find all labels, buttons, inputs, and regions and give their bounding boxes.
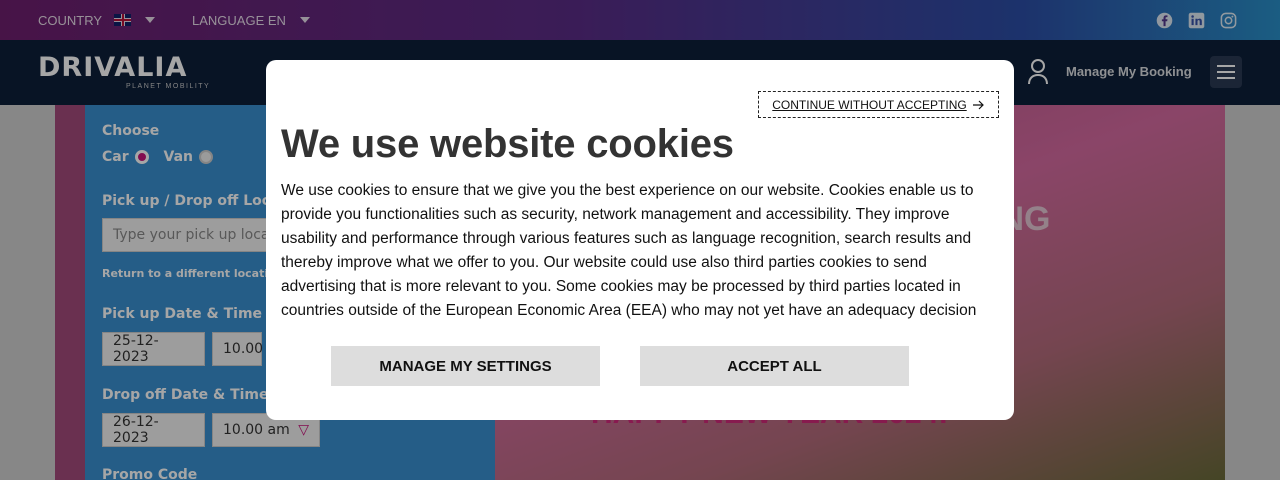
modal-body-text: We use cookies to ensure that we give yo… (281, 182, 977, 319)
arrow-right-icon (972, 100, 984, 109)
cookie-consent-modal: CONTINUE WITHOUT ACCEPTING We use websit… (266, 60, 1014, 420)
manage-settings-button[interactable]: MANAGE MY SETTINGS (331, 346, 600, 386)
accept-all-button[interactable]: ACCEPT ALL (640, 346, 909, 386)
continue-without-accepting-link[interactable]: CONTINUE WITHOUT ACCEPTING (758, 91, 999, 118)
continue-label: CONTINUE WITHOUT ACCEPTING (772, 97, 967, 112)
modal-title: We use website cookies (281, 122, 734, 166)
